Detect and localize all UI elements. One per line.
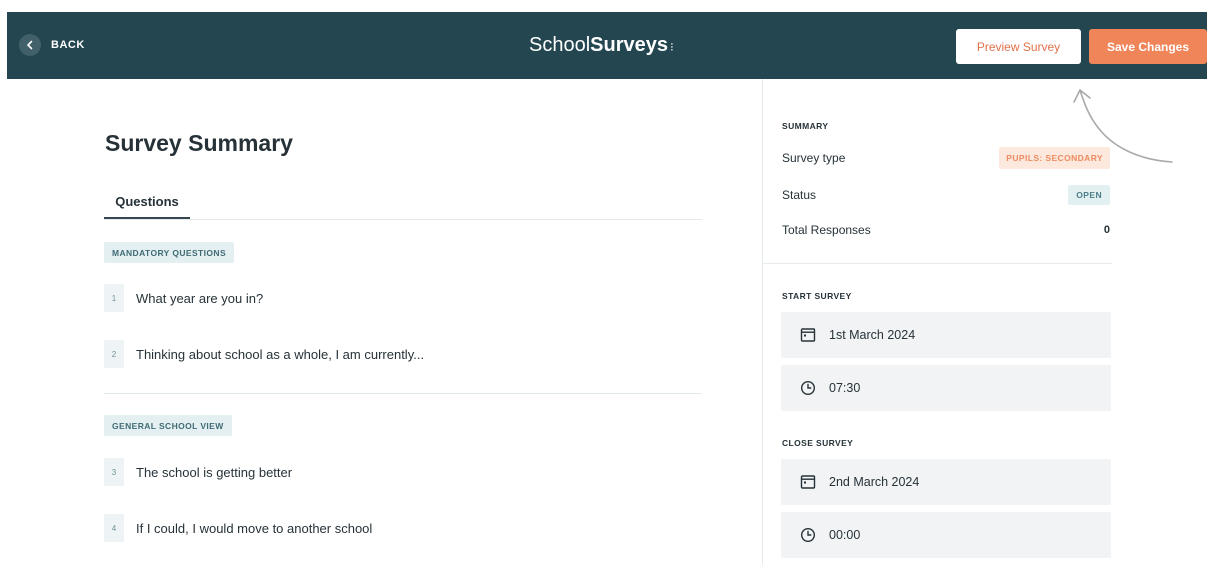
brand-mark-icon: ⁝ (670, 40, 674, 54)
start-time-value: 07:30 (829, 381, 861, 395)
start-survey-heading: START SURVEY (782, 291, 852, 301)
section-label-mandatory: MANDATORY QUESTIONS (104, 242, 235, 263)
calendar-icon (799, 326, 817, 344)
question-row[interactable]: 1 What year are you in? (104, 284, 263, 312)
calendar-icon (799, 473, 817, 491)
start-date-value: 1st March 2024 (829, 328, 916, 342)
question-text: The school is getting better (136, 464, 293, 480)
close-survey-heading: CLOSE SURVEY (782, 438, 854, 448)
hand-drawn-arrow-icon (1073, 89, 1173, 163)
status-row: Status OPEN (782, 184, 1110, 206)
question-text: Thinking about school as a whole, I am c… (136, 346, 425, 362)
top-bar: BACK SchoolSurveys ⁝ Preview Survey Save … (7, 12, 1207, 79)
question-text: If I could, I would move to another scho… (136, 520, 373, 536)
section-divider (104, 393, 702, 394)
question-row[interactable]: 2 Thinking about school as a whole, I am… (104, 340, 424, 368)
close-time-value: 00:00 (829, 528, 861, 542)
clock-icon (799, 526, 817, 544)
preview-survey-button[interactable]: Preview Survey (956, 29, 1081, 64)
start-date-field[interactable]: 1st March 2024 (781, 312, 1111, 358)
brand-name-light: School (529, 34, 591, 56)
status-label: Status (782, 188, 817, 202)
start-time-field[interactable]: 07:30 (781, 365, 1111, 411)
question-number: 2 (104, 340, 124, 368)
brand-name-bold: Surveys (590, 34, 668, 56)
section-label-general: GENERAL SCHOOL VIEW (104, 415, 232, 436)
question-text: What year are you in? (136, 290, 264, 306)
close-time-field[interactable]: 00:00 (781, 512, 1111, 558)
question-row[interactable]: 4 If I could, I would move to another sc… (104, 514, 372, 542)
total-responses-value: 0 (1103, 224, 1110, 236)
page-title: Survey Summary (105, 130, 293, 156)
tab-underline-divider (104, 219, 702, 220)
total-responses-label: Total Responses (782, 223, 871, 237)
question-number: 1 (104, 284, 124, 312)
question-number: 3 (104, 458, 124, 486)
close-date-value: 2nd March 2024 (829, 475, 920, 489)
chevron-left-icon[interactable] (19, 34, 41, 56)
save-changes-button[interactable]: Save Changes (1089, 29, 1207, 64)
back-button[interactable]: BACK (19, 34, 85, 56)
panel-divider-vertical (762, 79, 763, 565)
close-date-field[interactable]: 2nd March 2024 (781, 459, 1111, 505)
tab-questions[interactable]: Questions (104, 188, 190, 219)
panel-divider-horizontal (762, 263, 1112, 264)
clock-icon (799, 379, 817, 397)
status-badge: OPEN (1068, 185, 1110, 205)
back-label[interactable]: BACK (51, 39, 85, 51)
question-row[interactable]: 3 The school is getting better (104, 458, 292, 486)
summary-heading: SUMMARY (782, 121, 829, 131)
brand-logo: SchoolSurveys ⁝ (529, 34, 674, 57)
survey-type-label: Survey type (782, 151, 846, 165)
total-responses-row: Total Responses 0 (782, 219, 1110, 241)
question-number: 4 (104, 514, 124, 542)
